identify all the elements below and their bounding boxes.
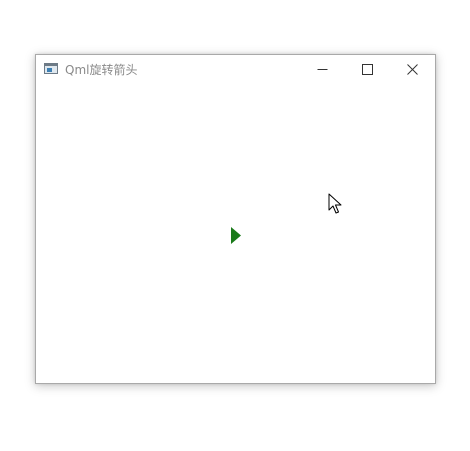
title-bar[interactable]: Qml旋转箭头: [36, 55, 435, 85]
maximize-icon: [362, 64, 373, 75]
qml-canvas: [36, 85, 435, 383]
minimize-button[interactable]: [300, 55, 345, 85]
desktop-stage: Qml旋转箭头: [0, 0, 470, 451]
triangle-arrow-right-icon: [231, 227, 241, 244]
app-window: Qml旋转箭头: [35, 54, 436, 384]
close-icon: [407, 64, 418, 75]
maximize-button[interactable]: [345, 55, 390, 85]
minimize-icon: [317, 69, 328, 70]
app-window-icon: [44, 63, 58, 74]
close-button[interactable]: [390, 55, 435, 85]
mouse-pointer-icon: [328, 193, 342, 214]
window-title: Qml旋转箭头: [65, 63, 138, 77]
